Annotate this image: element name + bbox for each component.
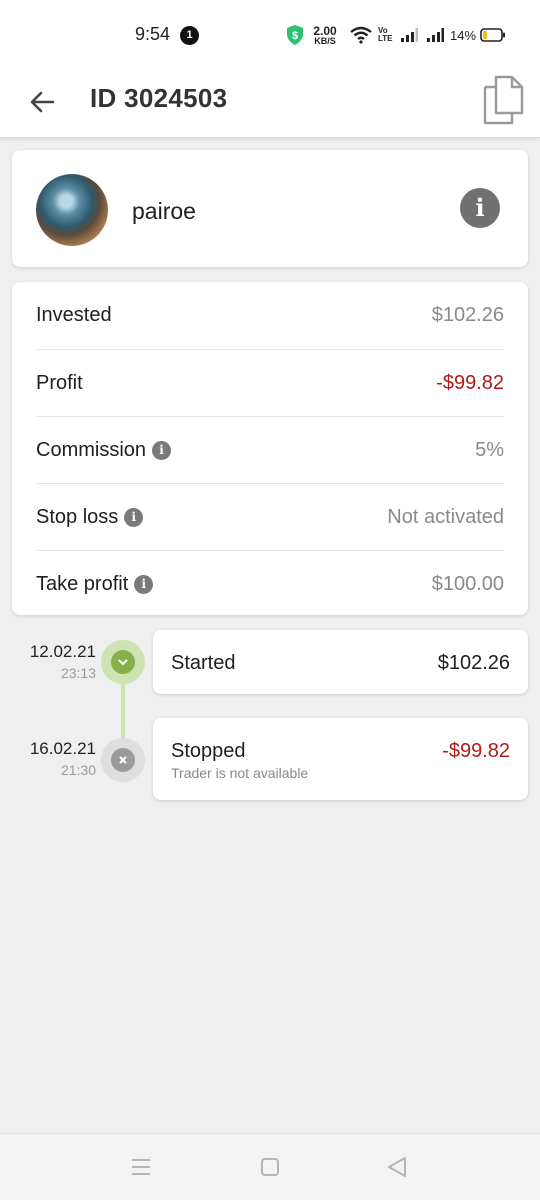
detail-label: Take profit i	[36, 572, 154, 596]
event-date: 16.02.21	[29, 739, 96, 758]
copy-icon	[483, 75, 524, 125]
battery-icon	[480, 28, 506, 42]
recents-button[interactable]	[128, 1154, 154, 1180]
arrow-left-icon	[30, 91, 55, 113]
status-bar: 9:54 1 $ 2.00 KB/S Vo LTE 14%	[0, 0, 540, 64]
detail-row-invested: Invested $102.26	[36, 282, 504, 349]
detail-value: -$99.82	[436, 371, 504, 394]
event-date: 12.02.21	[29, 642, 96, 661]
event-amount: -$99.82	[442, 740, 510, 762]
detail-row-stop-loss: Stop loss i Not activated	[36, 483, 504, 550]
detail-label: Commission i	[36, 438, 172, 462]
info-icon[interactable]: i	[460, 188, 500, 228]
app-bar: ID 3024503	[0, 64, 540, 138]
event-title: Started	[171, 652, 236, 674]
detail-label: Invested	[36, 304, 112, 327]
square-icon	[261, 1158, 279, 1176]
event-card-started[interactable]: Started $102.26	[153, 630, 528, 694]
info-hint-icon[interactable]: i	[152, 440, 172, 460]
detail-label-text: Take profit	[36, 572, 129, 595]
detail-label-text: Invested	[36, 304, 112, 326]
close-icon	[111, 748, 135, 772]
info-hint-icon[interactable]: i	[124, 507, 144, 527]
avatar	[36, 174, 108, 246]
system-back-button[interactable]	[384, 1154, 410, 1180]
chevron-down-icon	[111, 650, 135, 674]
volte-indicator: Vo LTE	[378, 27, 396, 43]
trader-name: pairoe	[132, 198, 196, 224]
copy-button[interactable]	[478, 72, 528, 128]
notification-badge: 1	[180, 26, 199, 45]
event-time: 21:30	[60, 762, 96, 778]
timeline-date-stopped: 16.02.21 21:30	[30, 739, 96, 778]
event-subtitle: Trader is not available	[171, 765, 309, 781]
home-button[interactable]	[257, 1154, 283, 1180]
status-icons: $ 2.00 KB/S Vo LTE 14%	[286, 22, 506, 48]
back-button[interactable]	[22, 82, 62, 122]
detail-row-commission: Commission i 5%	[36, 416, 504, 483]
net-speed-unit: KB/S	[314, 35, 336, 46]
detail-value: Not activated	[387, 505, 504, 528]
timeline-date-started: 12.02.21 23:13	[30, 642, 96, 681]
detail-label-text: Commission	[36, 438, 147, 461]
menu-lines-icon	[132, 1159, 150, 1175]
volte-bottom: LTE	[378, 34, 393, 43]
system-nav-bar	[0, 1133, 540, 1200]
trader-card[interactable]: pairoe i	[12, 150, 528, 267]
page-title: ID 3024503	[90, 83, 228, 113]
detail-label: Stop loss i	[36, 505, 144, 529]
signal-icon-sim1	[401, 28, 418, 42]
event-amount: $102.26	[437, 652, 510, 674]
svg-text:$: $	[292, 30, 298, 42]
detail-label-text: Profit	[36, 371, 83, 394]
triangle-back-icon	[388, 1157, 406, 1177]
status-time: 9:54	[135, 24, 171, 44]
detail-row-take-profit: Take profit i $100.00	[36, 550, 504, 617]
battery-percent: 14%	[450, 27, 477, 43]
detail-row-profit: Profit -$99.82	[36, 349, 504, 416]
detail-label: Profit	[36, 372, 83, 395]
detail-label-text: Stop loss	[36, 505, 119, 528]
info-hint-icon[interactable]: i	[134, 574, 154, 594]
net-speed: 2.00 KB/S	[310, 25, 340, 46]
event-title: Stopped	[171, 740, 246, 762]
detail-value: 5%	[475, 438, 504, 461]
shield-dollar-icon: $	[287, 25, 303, 45]
detail-value: $102.26	[431, 304, 504, 326]
event-time: 23:13	[60, 665, 96, 681]
timeline-node-started	[101, 640, 145, 684]
timeline-node-stopped	[101, 738, 145, 782]
detail-value: $100.00	[431, 572, 504, 595]
wifi-icon	[350, 26, 372, 44]
event-card-stopped[interactable]: Stopped Trader is not available -$99.82	[153, 718, 528, 800]
details-card: Invested $102.26 Profit -$99.82 Commissi…	[12, 282, 528, 615]
signal-icon-sim2	[427, 28, 444, 42]
